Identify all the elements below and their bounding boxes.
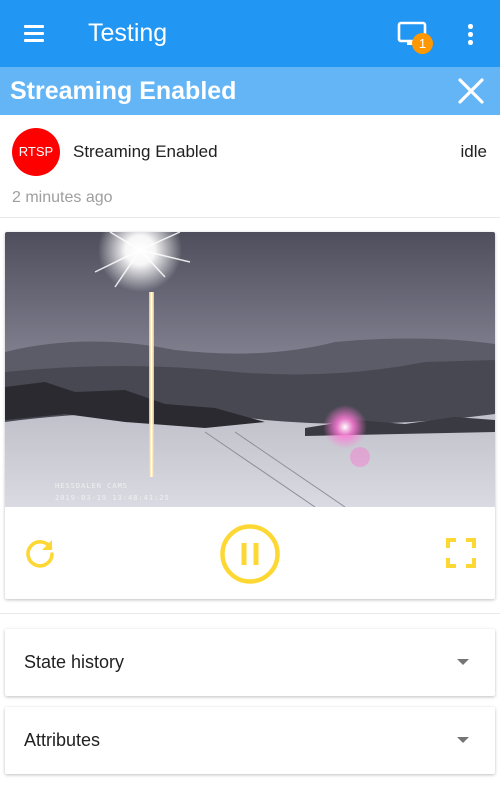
- menu-icon[interactable]: [21, 22, 47, 44]
- close-icon[interactable]: [455, 75, 487, 107]
- entity-name: Streaming Enabled: [73, 142, 218, 161]
- entity-state: idle: [460, 142, 487, 161]
- app-title: Testing: [88, 19, 168, 47]
- camera-card: HESSDALEN CAMS 2019-03-19 13:48:41:25: [5, 232, 495, 599]
- attributes-label: Attributes: [24, 730, 101, 750]
- state-history-expander[interactable]: State history: [5, 629, 495, 696]
- app-bar: Testing 1: [0, 0, 500, 67]
- last-changed: 2 minutes ago: [12, 189, 113, 206]
- camera-overlay-timestamp: 2019-03-19 13:48:41:25: [55, 494, 170, 502]
- divider: [0, 217, 500, 218]
- refresh-icon[interactable]: [22, 536, 58, 572]
- camera-stream-image[interactable]: HESSDALEN CAMS 2019-03-19 13:48:41:25: [5, 232, 495, 507]
- dialog-header: Streaming Enabled: [0, 67, 500, 115]
- camera-overlay-name: HESSDALEN CAMS: [55, 482, 128, 490]
- pause-circle-icon[interactable]: [219, 523, 281, 585]
- chevron-down-icon: [457, 737, 469, 743]
- divider: [0, 613, 500, 614]
- entity-badge: RTSP: [12, 128, 60, 176]
- attributes-expander[interactable]: Attributes: [5, 707, 495, 774]
- state-history-label: State history: [24, 652, 125, 672]
- more-vert-icon[interactable]: [460, 20, 480, 48]
- notification-badge: 1: [412, 33, 433, 54]
- dialog-title: Streaming Enabled: [10, 77, 237, 105]
- chevron-down-icon: [457, 659, 469, 665]
- fullscreen-icon[interactable]: [445, 537, 477, 569]
